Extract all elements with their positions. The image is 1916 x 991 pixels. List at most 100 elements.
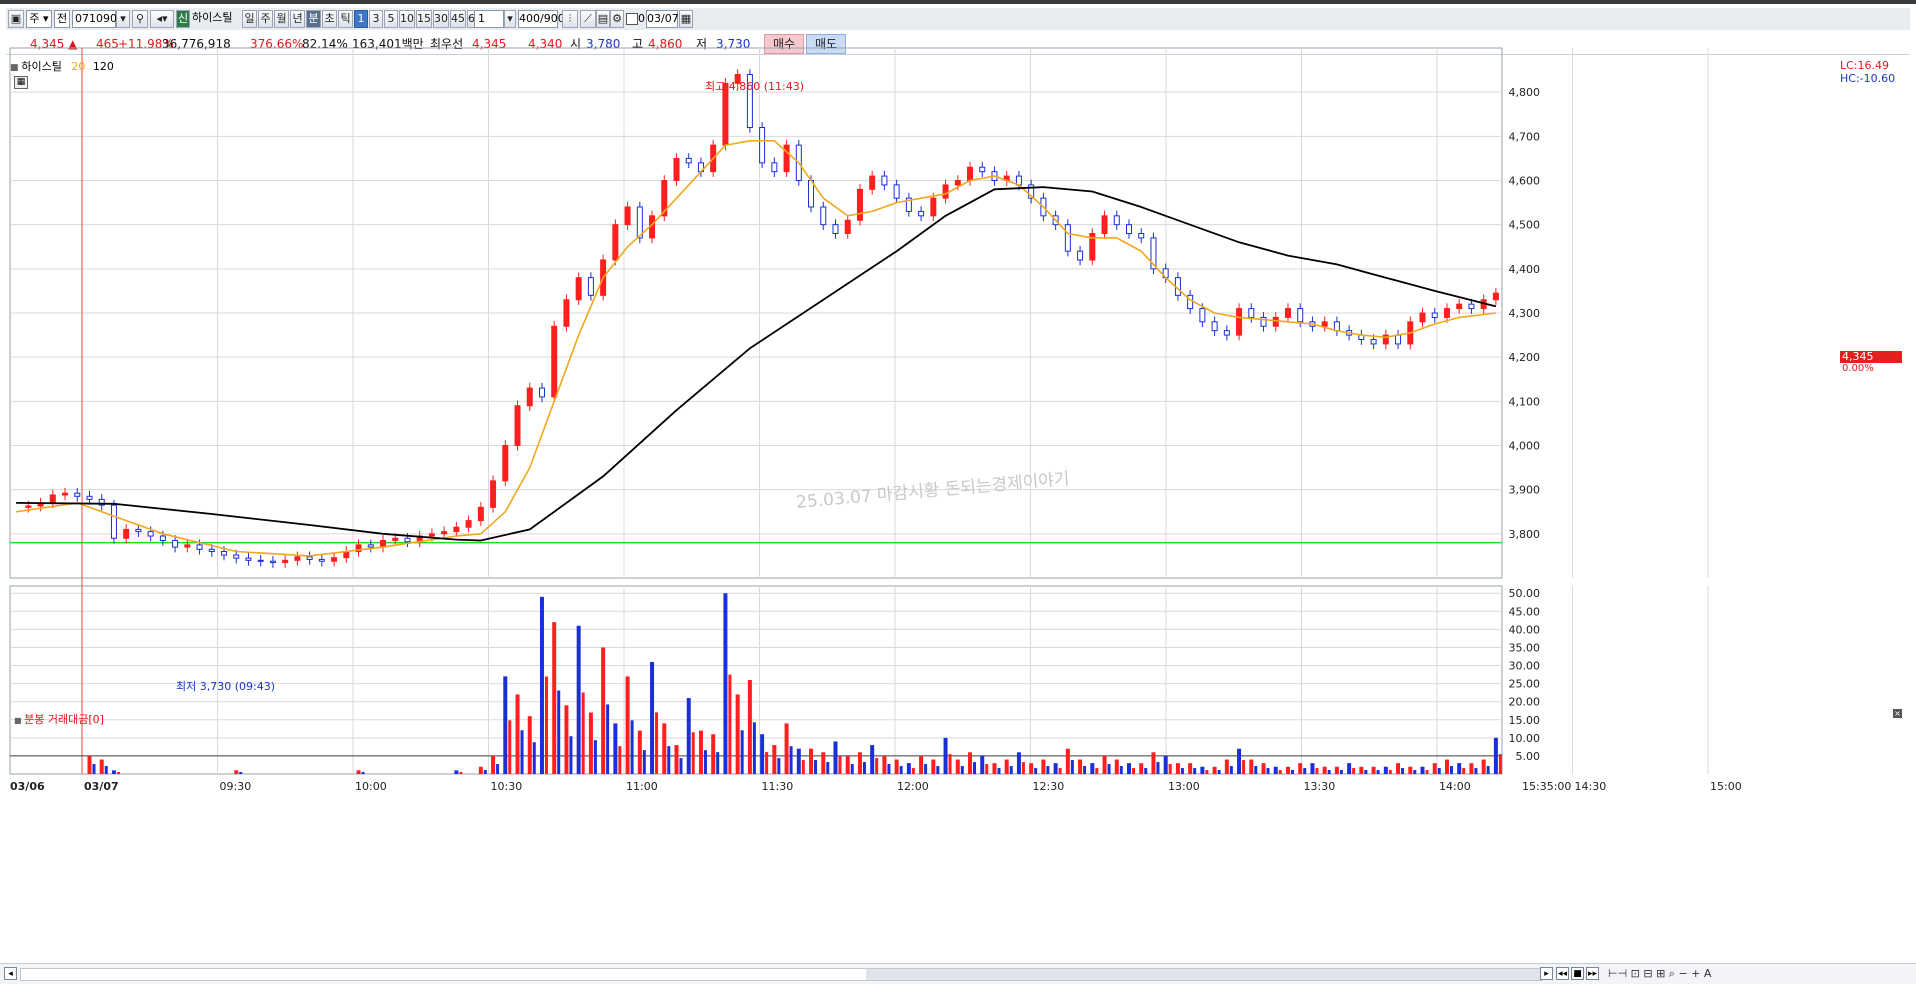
- time-tick-label: 03/07: [84, 780, 119, 793]
- legend-ma120: 120: [92, 60, 114, 73]
- volume-bar: [838, 756, 842, 774]
- scroll-left-icon[interactable]: ◂: [4, 967, 17, 980]
- candle-body: [624, 206, 631, 226]
- volume-bar: [625, 676, 630, 774]
- volume-bar: [1462, 768, 1466, 774]
- volume-bar: [491, 755, 496, 774]
- candle-body: [538, 387, 545, 398]
- volume-tick-label: 20.00: [1509, 696, 1541, 709]
- candle-body: [587, 277, 594, 296]
- volume-bar: [1175, 763, 1180, 774]
- volume-bar: [1413, 770, 1417, 774]
- volume-tick-label: 25.00: [1509, 678, 1541, 691]
- pause-icon[interactable]: ■: [1571, 967, 1584, 980]
- candle-body: [49, 494, 56, 504]
- volume-bar: [911, 768, 915, 774]
- volume-bar: [581, 692, 585, 774]
- volume-bar: [1127, 763, 1131, 774]
- forward-icon[interactable]: ▸▸: [1586, 967, 1599, 980]
- time-tick-label: 13:30: [1304, 780, 1336, 793]
- time-tick-label: 10:30: [491, 780, 523, 793]
- scroll-track[interactable]: [20, 968, 1542, 981]
- grid-toggle-icon[interactable]: ▦: [14, 76, 28, 89]
- candle-body: [135, 528, 142, 533]
- volume-bar: [777, 758, 781, 774]
- volume-bar: [711, 734, 716, 774]
- volume-bar: [1242, 760, 1246, 774]
- candle-body: [979, 166, 986, 173]
- volume-bar: [1254, 766, 1258, 774]
- time-tick-label: 12:00: [897, 780, 929, 793]
- price-tick-label: 4,000: [1509, 440, 1541, 453]
- candle-body: [172, 539, 179, 548]
- volume-bar: [454, 770, 459, 774]
- candle-body: [1126, 224, 1132, 235]
- volume-tick-label: 40.00: [1509, 623, 1541, 636]
- volume-bar: [662, 723, 667, 774]
- candle-body: [869, 175, 876, 190]
- volume-bar: [1401, 768, 1405, 774]
- volume-bar: [735, 694, 740, 774]
- volume-bar: [1156, 762, 1160, 774]
- volume-bar: [116, 772, 120, 774]
- volume-bar: [496, 764, 500, 774]
- volume-bar: [527, 716, 532, 774]
- volume-bar: [1285, 766, 1290, 774]
- volume-bar: [875, 758, 879, 774]
- volume-bar: [703, 750, 707, 774]
- candle-body: [257, 559, 264, 562]
- lc-tag: LC:16.49: [1840, 59, 1890, 72]
- panel-close-icon[interactable]: ×: [1893, 709, 1902, 718]
- candle-body: [294, 556, 301, 561]
- volume-bar: [1334, 766, 1339, 774]
- volume-bar: [857, 752, 862, 774]
- last-pct-tag: 0.00%: [1842, 363, 1874, 374]
- volume-tick-label: 5.00: [1516, 750, 1541, 763]
- volume-bar: [752, 722, 756, 774]
- volume-tick-label: 10.00: [1509, 732, 1541, 745]
- candle-body: [208, 548, 215, 553]
- legend-stock-name: 하이스틸: [21, 60, 62, 73]
- volume-bullet-icon: ■: [14, 716, 25, 725]
- candle-body: [1272, 316, 1279, 327]
- volume-bar: [637, 730, 642, 774]
- candle-body: [86, 495, 93, 500]
- candle-body: [1321, 321, 1328, 327]
- volume-bar: [569, 736, 573, 774]
- volume-bar: [111, 770, 116, 774]
- candle-body: [1101, 215, 1108, 234]
- volume-bar: [1224, 759, 1229, 774]
- candle-body: [404, 537, 411, 543]
- candle-body: [490, 480, 497, 508]
- volume-bar: [613, 723, 618, 774]
- volume-bar: [539, 596, 544, 774]
- volume-bar: [980, 755, 985, 774]
- chart-scrollbar[interactable]: ◂ ▸ ◂◂ ■ ▸▸ ⊢⊣ ⊡ ⊟ ⊞ ⌕ − + A: [0, 963, 1916, 984]
- volume-bar: [845, 755, 850, 774]
- candle-body: [1395, 334, 1402, 345]
- candle-body: [477, 506, 484, 522]
- volume-bar: [1114, 759, 1119, 774]
- volume-bar: [532, 742, 536, 774]
- volume-bar: [650, 661, 655, 774]
- volume-bar: [1151, 752, 1156, 774]
- volume-bar: [691, 732, 695, 774]
- volume-bar: [1034, 768, 1038, 774]
- volume-bar: [1327, 770, 1331, 774]
- time-tick-label: 11:00: [626, 780, 658, 793]
- rewind-icon[interactable]: ◂◂: [1556, 967, 1569, 980]
- volume-bar: [1083, 766, 1087, 774]
- volume-bar: [1457, 763, 1462, 774]
- volume-bar: [1193, 768, 1197, 774]
- volume-bar: [936, 766, 940, 774]
- price-tick-label: 3,900: [1509, 484, 1541, 497]
- volume-bar: [1229, 766, 1233, 774]
- scroll-thumb[interactable]: [866, 969, 1541, 980]
- candle-body: [673, 157, 680, 182]
- volume-bar: [1217, 770, 1221, 774]
- scroll-right-icon[interactable]: ▸: [1540, 967, 1553, 980]
- zoom-tools-icon[interactable]: ⊢⊣ ⊡ ⊟ ⊞ ⌕ − + A: [1608, 967, 1711, 981]
- volume-bar: [1029, 763, 1034, 774]
- candle-body: [1211, 321, 1218, 332]
- time-tick-label: 14:30: [1575, 780, 1607, 793]
